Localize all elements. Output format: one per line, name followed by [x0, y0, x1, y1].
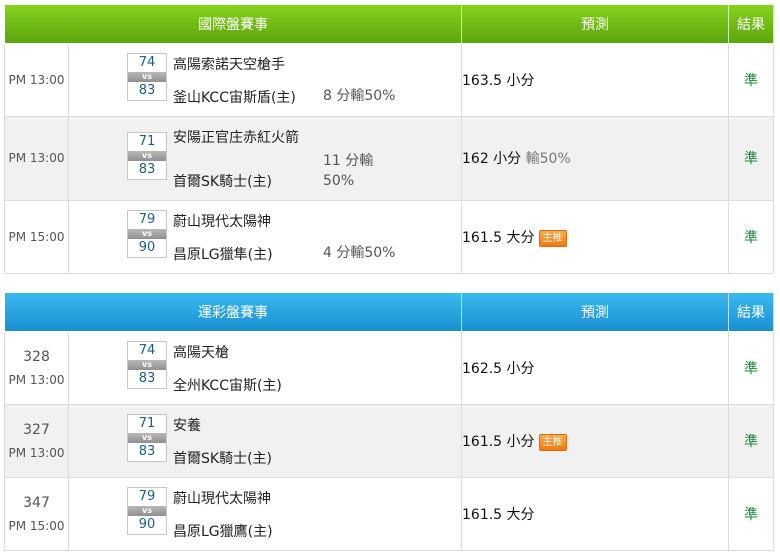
prediction-text: 161.5 小分	[462, 433, 535, 450]
home-score: 83	[138, 82, 156, 98]
header-result: 結果	[728, 293, 774, 332]
table-header: 運彩盤賽事 預測 結果	[4, 293, 774, 332]
away-team[interactable]: 高陽天槍	[173, 342, 229, 362]
game-number: 327	[23, 421, 50, 438]
game-cell: 79 vs 90 蔚山現代太陽神 昌原LG獵鷹(主)	[68, 476, 462, 551]
prediction-cell: 162 小分 輸50%	[461, 115, 729, 201]
game-time-cell: 327 PM 13:00	[4, 403, 69, 478]
header-result: 結果	[728, 5, 774, 44]
home-score: 90	[138, 239, 156, 255]
vs-label: vs	[128, 359, 166, 370]
header-game: 國際盤賽事	[4, 5, 462, 44]
game-cell: 79 vs 90 蔚山現代太陽神 昌原LG獵隼(主) 4 分輸50%	[68, 199, 462, 274]
prediction-text: 161.5 大分	[462, 229, 535, 246]
home-team[interactable]: 首爾SK騎士(主)	[173, 448, 272, 468]
spread-info: 8 分輸50%	[323, 86, 395, 106]
home-score: 83	[138, 370, 156, 386]
home-team[interactable]: 昌原LG獵隼(主)	[173, 244, 273, 264]
away-team[interactable]: 高陽索諾天空槍手	[173, 54, 285, 74]
prediction-note: 輸50%	[525, 151, 571, 167]
table-row[interactable]: PM 13:00 71 vs 83 安陽正官庄赤紅火箭 首爾SK騎士(主) 11…	[4, 115, 774, 201]
prediction-text: 162.5 小分	[462, 360, 535, 377]
game-cell: 74 vs 83 高陽索諾天空槍手 釜山KCC宙斯盾(主) 8 分輸50%	[68, 42, 462, 117]
vs-label: vs	[128, 432, 166, 443]
game-cell: 74 vs 83 高陽天槍 全州KCC宙斯(主)	[68, 330, 462, 405]
game-time-cell: 328 PM 13:00	[4, 330, 69, 405]
away-score: 79	[138, 488, 156, 504]
score-box: 71 vs 83	[127, 131, 167, 180]
vs-label: vs	[128, 228, 166, 239]
home-score: 83	[138, 443, 156, 459]
prediction-cell: 161.5 大分	[461, 476, 729, 551]
vs-label: vs	[128, 71, 166, 82]
home-team[interactable]: 首爾SK騎士(主)	[173, 171, 272, 191]
spread-line-1: 4 分輸50%	[323, 244, 396, 261]
recommend-badge: 主推	[538, 229, 567, 247]
away-score: 79	[138, 211, 156, 227]
result-cell: 準	[728, 476, 774, 551]
away-score: 71	[138, 133, 156, 149]
prediction-cell: 162.5 小分	[461, 330, 729, 405]
home-score: 90	[138, 516, 156, 532]
game-cell: 71 vs 83 安養 首爾SK騎士(主)	[68, 403, 462, 478]
prediction-cell: 161.5 大分 主推	[461, 199, 729, 274]
game-cell: 71 vs 83 安陽正官庄赤紅火箭 首爾SK騎士(主) 11 分輸 50%	[68, 115, 462, 201]
prediction-text: 163.5 小分	[462, 72, 535, 89]
prediction-cell: 163.5 小分	[461, 42, 729, 117]
table-row[interactable]: 327 PM 13:00 71 vs 83 安養 首爾SK騎士(主) 161.5…	[4, 403, 774, 478]
away-team[interactable]: 蔚山現代太陽神	[173, 488, 271, 508]
header-prediction: 預測	[461, 5, 729, 44]
recommend-badge: 主推	[538, 433, 567, 451]
score-box: 74 vs 83	[127, 340, 167, 389]
game-number: 347	[23, 494, 50, 511]
header-game: 運彩盤賽事	[4, 293, 462, 332]
game-time: PM 15:00	[8, 518, 65, 533]
home-team[interactable]: 全州KCC宙斯(主)	[173, 375, 282, 395]
game-number: 328	[23, 348, 50, 365]
game-time: PM 13:00	[8, 445, 65, 460]
table-row[interactable]: 347 PM 15:00 79 vs 90 蔚山現代太陽神 昌原LG獵鷹(主) …	[4, 476, 774, 551]
away-team[interactable]: 安養	[173, 415, 201, 435]
prediction-text: 161.5 大分	[462, 506, 535, 523]
prediction-text: 162 小分	[462, 151, 522, 167]
table-header: 國際盤賽事 預測 結果	[4, 5, 774, 44]
spread-line-1: 11 分輸	[323, 152, 374, 169]
header-prediction: 預測	[461, 293, 729, 332]
result-cell: 準	[728, 199, 774, 274]
spread-line-1: 8 分輸50%	[323, 87, 396, 104]
game-time: PM 13:00	[4, 42, 69, 117]
score-box: 79 vs 90	[127, 209, 167, 258]
home-team[interactable]: 釜山KCC宙斯盾(主)	[173, 87, 296, 107]
away-team[interactable]: 蔚山現代太陽神	[173, 211, 271, 231]
score-box: 79 vs 90	[127, 486, 167, 535]
lottery-games-table: 運彩盤賽事 預測 結果 328 PM 13:00 74 vs 83 高陽天槍 全…	[4, 293, 774, 551]
spread-info: 4 分輸50%	[323, 243, 395, 263]
game-time: PM 15:00	[4, 199, 69, 274]
game-time: PM 13:00	[4, 115, 69, 201]
game-time-cell: 347 PM 15:00	[4, 476, 69, 551]
away-score: 74	[138, 54, 156, 70]
home-team[interactable]: 昌原LG獵鷹(主)	[173, 521, 273, 541]
vs-label: vs	[128, 505, 166, 516]
spread-line-2: 50%	[323, 172, 355, 189]
vs-label: vs	[128, 150, 166, 161]
home-score: 83	[138, 161, 156, 177]
spread-info: 11 分輸 50%	[323, 151, 373, 191]
table-row[interactable]: 328 PM 13:00 74 vs 83 高陽天槍 全州KCC宙斯(主) 16…	[4, 330, 774, 405]
away-score: 74	[138, 342, 156, 358]
prediction-cell: 161.5 小分 主推	[461, 403, 729, 478]
table-row[interactable]: PM 15:00 79 vs 90 蔚山現代太陽神 昌原LG獵隼(主) 4 分輸…	[4, 199, 774, 274]
away-score: 71	[138, 415, 156, 431]
result-cell: 準	[728, 330, 774, 405]
international-games-table: 國際盤賽事 預測 結果 PM 13:00 74 vs 83 高陽索諾天空槍手 釜…	[4, 5, 774, 274]
result-cell: 準	[728, 403, 774, 478]
score-box: 74 vs 83	[127, 52, 167, 101]
table-row[interactable]: PM 13:00 74 vs 83 高陽索諾天空槍手 釜山KCC宙斯盾(主) 8…	[4, 42, 774, 117]
away-team[interactable]: 安陽正官庄赤紅火箭	[173, 127, 299, 147]
result-cell: 準	[728, 42, 774, 117]
game-time: PM 13:00	[8, 372, 65, 387]
score-box: 71 vs 83	[127, 413, 167, 462]
result-cell: 準	[728, 115, 774, 201]
